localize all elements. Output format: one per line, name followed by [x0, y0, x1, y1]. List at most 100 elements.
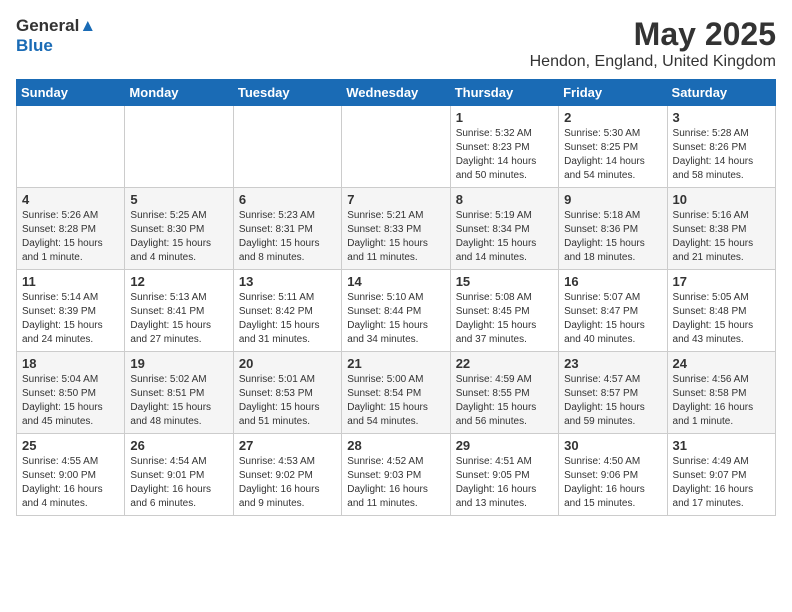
calendar-cell — [233, 106, 341, 188]
day-info: Sunrise: 5:11 AMSunset: 8:42 PMDaylight:… — [239, 291, 336, 347]
calendar-cell: 4 Sunrise: 5:26 AMSunset: 8:28 PMDaylight… — [17, 188, 125, 270]
day-info: Sunrise: 5:16 AMSunset: 8:38 PMDaylight:… — [673, 209, 770, 265]
col-monday: Monday — [125, 80, 233, 106]
calendar-cell: 22 Sunrise: 4:59 AMSunset: 8:55 PMDayligh… — [450, 352, 558, 434]
day-number: 11 — [22, 274, 119, 289]
calendar-cell: 28Sunrise: 4:52 AMSunset: 9:03 PMDayligh… — [342, 434, 450, 516]
day-info: Sunrise: 5:08 AMSunset: 8:45 PMDaylight:… — [456, 291, 553, 347]
day-number: 22 — [456, 356, 553, 371]
col-tuesday: Tuesday — [233, 80, 341, 106]
day-number: 17 — [673, 274, 770, 289]
day-info: Sunrise: 5:05 AMSunset: 8:48 PMDaylight:… — [673, 291, 770, 347]
day-info: Sunrise: 5:01 AMSunset: 8:53 PMDaylight:… — [239, 373, 336, 429]
day-number: 18 — [22, 356, 119, 371]
day-info: Sunrise: 4:56 AMSunset: 8:58 PMDaylight:… — [673, 373, 770, 429]
calendar-cell: 7 Sunrise: 5:21 AMSunset: 8:33 PMDaylight… — [342, 188, 450, 270]
calendar-week-4: 18 Sunrise: 5:04 AMSunset: 8:50 PMDayligh… — [17, 352, 776, 434]
logo-general: General▲ — [16, 16, 96, 36]
calendar-cell: 19Sunrise: 5:02 AMSunset: 8:51 PMDayligh… — [125, 352, 233, 434]
calendar-cell: 31 Sunrise: 4:49 AMSunset: 9:07 PMDayligh… — [667, 434, 775, 516]
calendar-cell — [125, 106, 233, 188]
calendar-cell: 12 Sunrise: 5:13 AMSunset: 8:41 PMDayligh… — [125, 270, 233, 352]
day-info: Sunrise: 4:54 AMSunset: 9:01 PMDaylight:… — [130, 455, 227, 511]
calendar-cell: 30 Sunrise: 4:50 AMSunset: 9:06 PMDayligh… — [559, 434, 667, 516]
day-info: Sunrise: 4:59 AMSunset: 8:55 PMDaylight:… — [456, 373, 553, 429]
day-info: Sunrise: 4:57 AMSunset: 8:57 PMDaylight:… — [564, 373, 661, 429]
calendar-body: 1Sunrise: 5:32 AMSunset: 8:23 PMDaylight… — [17, 106, 776, 516]
calendar-cell: 3 Sunrise: 5:28 AMSunset: 8:26 PMDaylight… — [667, 106, 775, 188]
logo-triangle-icon: ▲ — [79, 16, 96, 35]
calendar-table: Sunday Monday Tuesday Wednesday Thursday… — [16, 79, 776, 516]
day-info: Sunrise: 4:53 AMSunset: 9:02 PMDaylight:… — [239, 455, 336, 511]
calendar-cell: 29Sunrise: 4:51 AMSunset: 9:05 PMDayligh… — [450, 434, 558, 516]
day-info: Sunrise: 5:13 AMSunset: 8:41 PMDaylight:… — [130, 291, 227, 347]
day-number: 16 — [564, 274, 661, 289]
calendar-cell — [342, 106, 450, 188]
calendar-cell: 16 Sunrise: 5:07 AMSunset: 8:47 PMDayligh… — [559, 270, 667, 352]
calendar-cell: 5 Sunrise: 5:25 AMSunset: 8:30 PMDaylight… — [125, 188, 233, 270]
calendar-cell: 25Sunrise: 4:55 AMSunset: 9:00 PMDayligh… — [17, 434, 125, 516]
day-info: Sunrise: 5:19 AMSunset: 8:34 PMDaylight:… — [456, 209, 553, 265]
day-number: 10 — [673, 192, 770, 207]
calendar-cell: 18 Sunrise: 5:04 AMSunset: 8:50 PMDayligh… — [17, 352, 125, 434]
day-info: Sunrise: 5:32 AMSunset: 8:23 PMDaylight:… — [456, 127, 553, 183]
calendar-week-3: 11 Sunrise: 5:14 AMSunset: 8:39 PMDayligh… — [17, 270, 776, 352]
day-number: 5 — [130, 192, 227, 207]
day-number: 9 — [564, 192, 661, 207]
day-info: Sunrise: 5:14 AMSunset: 8:39 PMDaylight:… — [22, 291, 119, 347]
calendar-cell: 13Sunrise: 5:11 AMSunset: 8:42 PMDayligh… — [233, 270, 341, 352]
day-info: Sunrise: 4:55 AMSunset: 9:00 PMDaylight:… — [22, 455, 119, 511]
calendar-cell — [17, 106, 125, 188]
page-header: General▲ Blue May 2025 Hendon, England, … — [16, 16, 776, 71]
calendar-header: Sunday Monday Tuesday Wednesday Thursday… — [17, 80, 776, 106]
day-number: 7 — [347, 192, 444, 207]
day-info: Sunrise: 5:18 AMSunset: 8:36 PMDaylight:… — [564, 209, 661, 265]
day-info: Sunrise: 5:25 AMSunset: 8:30 PMDaylight:… — [130, 209, 227, 265]
day-info: Sunrise: 5:04 AMSunset: 8:50 PMDaylight:… — [22, 373, 119, 429]
day-number: 24 — [673, 356, 770, 371]
calendar-cell: 24 Sunrise: 4:56 AMSunset: 8:58 PMDayligh… — [667, 352, 775, 434]
day-info: Sunrise: 5:30 AMSunset: 8:25 PMDaylight:… — [564, 127, 661, 183]
day-info: Sunrise: 5:26 AMSunset: 8:28 PMDaylight:… — [22, 209, 119, 265]
calendar-cell: 10 Sunrise: 5:16 AMSunset: 8:38 PMDayligh… — [667, 188, 775, 270]
day-number: 12 — [130, 274, 227, 289]
day-number: 27 — [239, 438, 336, 453]
day-number: 26 — [130, 438, 227, 453]
calendar-cell: 14Sunrise: 5:10 AMSunset: 8:44 PMDayligh… — [342, 270, 450, 352]
day-info: Sunrise: 5:23 AMSunset: 8:31 PMDaylight:… — [239, 209, 336, 265]
day-info: Sunrise: 5:07 AMSunset: 8:47 PMDaylight:… — [564, 291, 661, 347]
day-number: 6 — [239, 192, 336, 207]
col-sunday: Sunday — [17, 80, 125, 106]
day-info: Sunrise: 4:51 AMSunset: 9:05 PMDaylight:… — [456, 455, 553, 511]
col-saturday: Saturday — [667, 80, 775, 106]
day-number: 8 — [456, 192, 553, 207]
calendar-week-5: 25Sunrise: 4:55 AMSunset: 9:00 PMDayligh… — [17, 434, 776, 516]
calendar-cell: 1Sunrise: 5:32 AMSunset: 8:23 PMDaylight… — [450, 106, 558, 188]
day-info: Sunrise: 5:10 AMSunset: 8:44 PMDaylight:… — [347, 291, 444, 347]
calendar-cell: 21Sunrise: 5:00 AMSunset: 8:54 PMDayligh… — [342, 352, 450, 434]
page-container: General▲ Blue May 2025 Hendon, England, … — [0, 0, 792, 524]
calendar-week-1: 1Sunrise: 5:32 AMSunset: 8:23 PMDaylight… — [17, 106, 776, 188]
calendar-cell: 26 Sunrise: 4:54 AMSunset: 9:01 PMDayligh… — [125, 434, 233, 516]
col-friday: Friday — [559, 80, 667, 106]
day-number: 15 — [456, 274, 553, 289]
logo: General▲ Blue — [16, 16, 96, 57]
day-number: 31 — [673, 438, 770, 453]
calendar-week-2: 4 Sunrise: 5:26 AMSunset: 8:28 PMDaylight… — [17, 188, 776, 270]
logo-blue: Blue — [16, 36, 96, 56]
day-info: Sunrise: 5:21 AMSunset: 8:33 PMDaylight:… — [347, 209, 444, 265]
col-wednesday: Wednesday — [342, 80, 450, 106]
day-number: 21 — [347, 356, 444, 371]
day-number: 3 — [673, 110, 770, 125]
day-info: Sunrise: 4:50 AMSunset: 9:06 PMDaylight:… — [564, 455, 661, 511]
calendar-cell: 23Sunrise: 4:57 AMSunset: 8:57 PMDayligh… — [559, 352, 667, 434]
day-number: 4 — [22, 192, 119, 207]
day-number: 30 — [564, 438, 661, 453]
day-number: 2 — [564, 110, 661, 125]
day-info: Sunrise: 5:28 AMSunset: 8:26 PMDaylight:… — [673, 127, 770, 183]
location: Hendon, England, United Kingdom — [530, 53, 776, 71]
day-info: Sunrise: 5:02 AMSunset: 8:51 PMDaylight:… — [130, 373, 227, 429]
day-info: Sunrise: 4:49 AMSunset: 9:07 PMDaylight:… — [673, 455, 770, 511]
calendar-cell: 8 Sunrise: 5:19 AMSunset: 8:34 PMDaylight… — [450, 188, 558, 270]
title-area: May 2025 Hendon, England, United Kingdom — [530, 16, 776, 71]
